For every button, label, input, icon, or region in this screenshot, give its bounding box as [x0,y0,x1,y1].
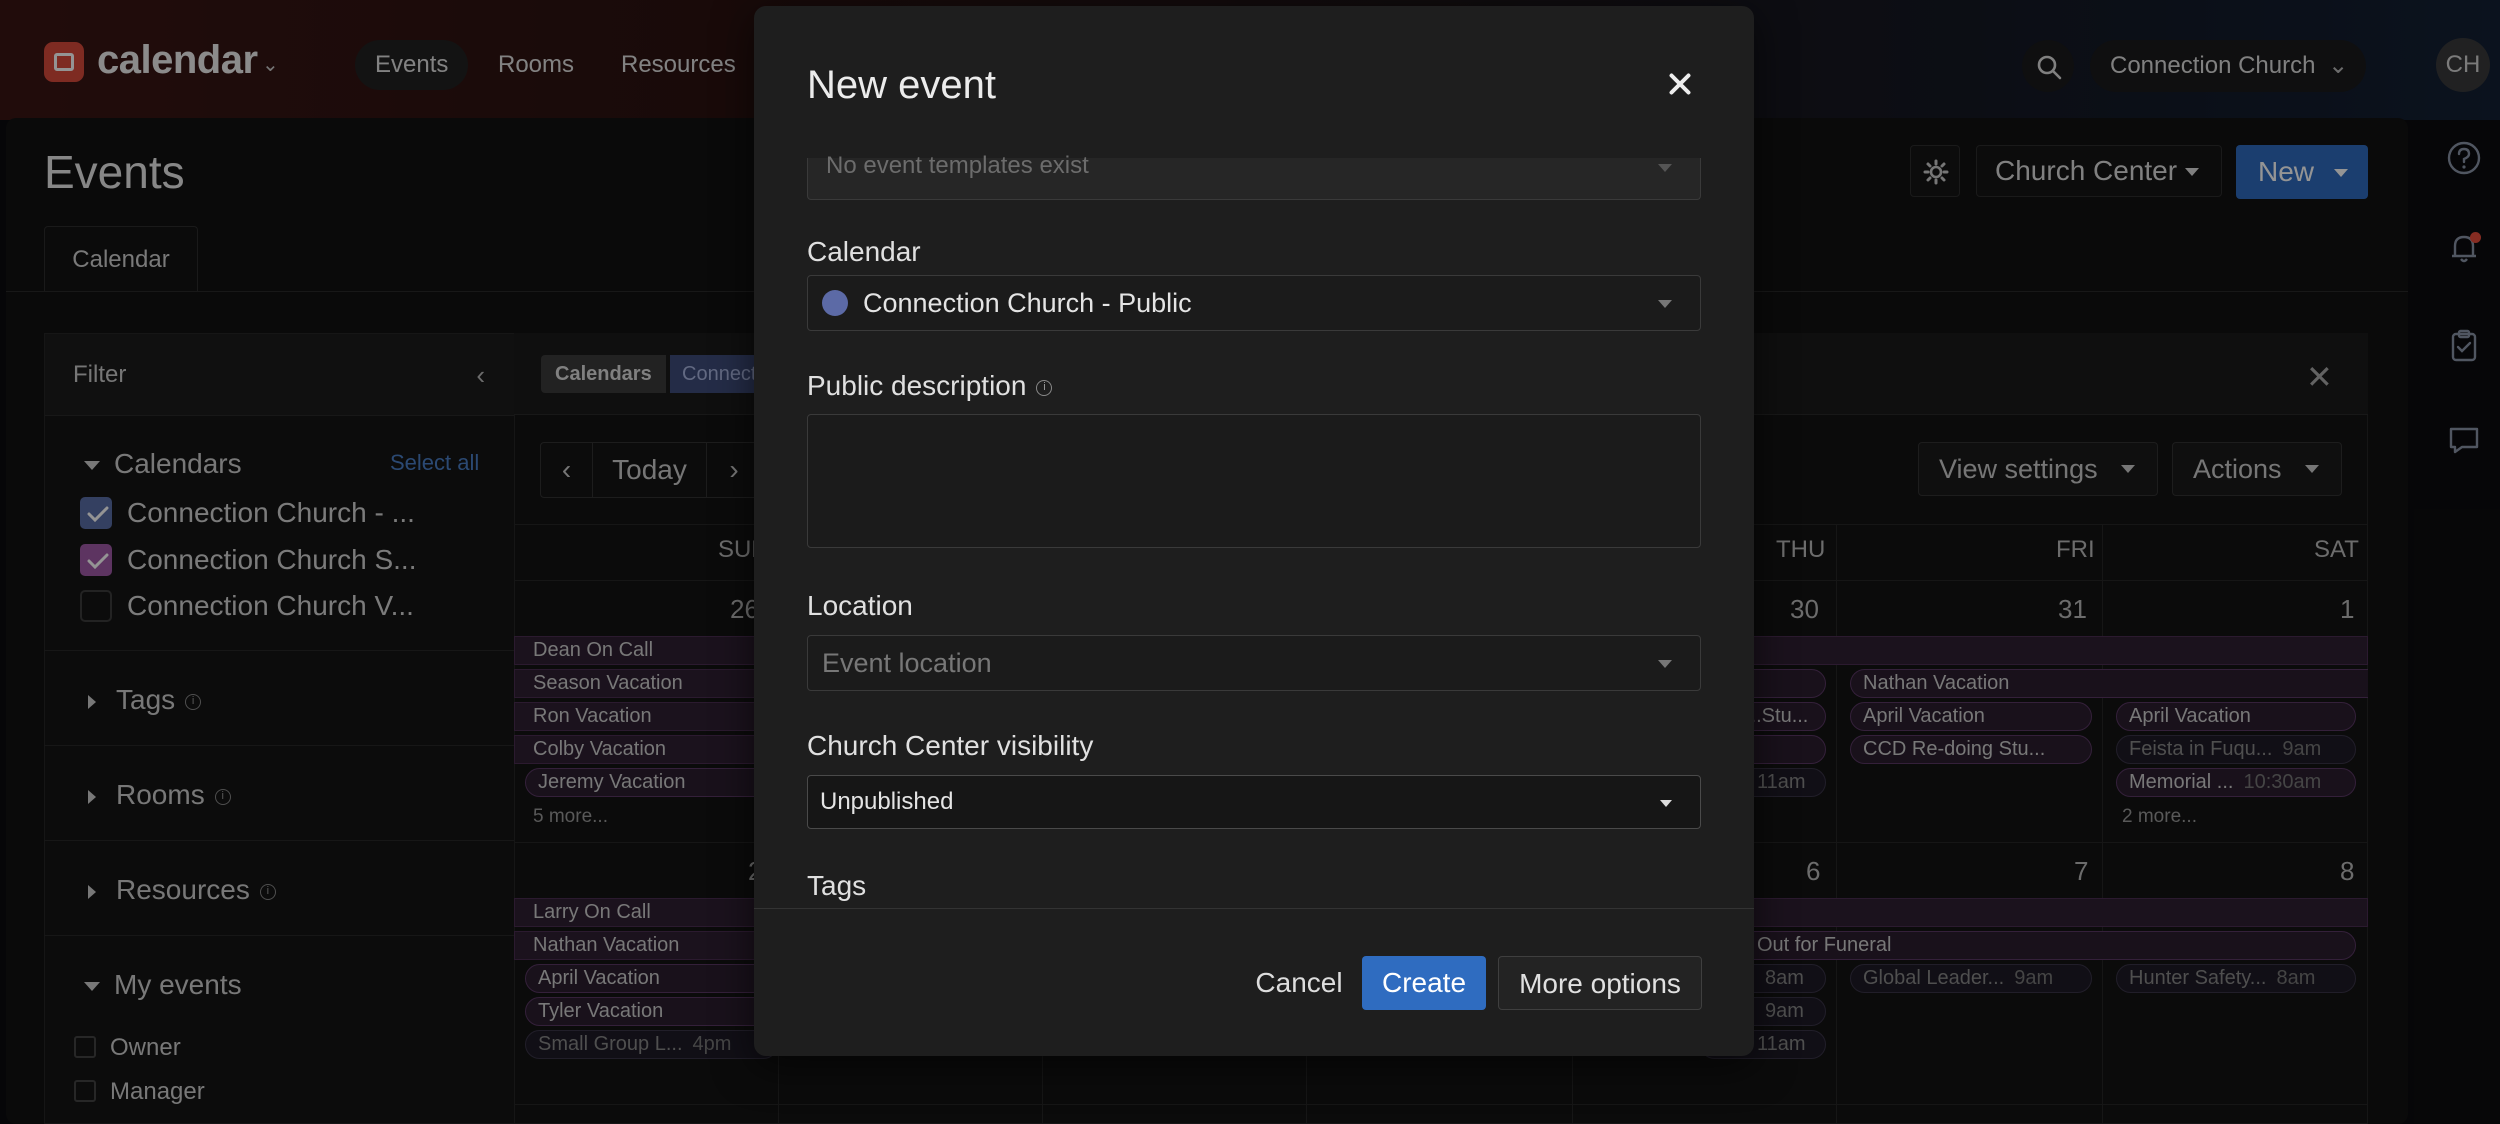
close-icon[interactable] [1664,68,1696,100]
tags-label: Tags [807,870,867,901]
location-input[interactable]: Event location [807,635,1701,691]
location-label: Location [807,590,913,621]
cancel-button[interactable]: Cancel [1228,956,1370,1010]
calendar-label: Calendar [807,236,921,267]
info-icon[interactable]: i [1036,379,1053,396]
location-placeholder: Event location [822,648,992,678]
modal-title: New event [807,63,996,107]
public-description-label: Public description i [807,370,1053,402]
calendar-select[interactable]: Connection Church - Public [807,275,1701,331]
public-description-textarea[interactable] [807,414,1701,548]
visibility-select[interactable]: Unpublished [807,775,1701,829]
create-button[interactable]: Create [1362,956,1486,1010]
event-template-select[interactable]: No event templates exist [807,152,1701,200]
caret-down-icon [1658,164,1672,172]
template-placeholder: No event templates exist [826,152,1089,179]
caret-down-icon [1658,300,1672,308]
calendar-value: Connection Church - Public [863,288,1192,318]
caret-down-icon [1658,660,1672,668]
caret-down-icon [1660,800,1672,807]
calendar-color-swatch [822,290,848,316]
visibility-label: Church Center visibility [807,730,1094,761]
new-event-modal: New event No event templates exist Calen… [754,6,1754,1056]
visibility-value: Unpublished [820,788,954,815]
more-options-button[interactable]: More options [1498,956,1702,1010]
modal-footer-divider [754,908,1754,909]
